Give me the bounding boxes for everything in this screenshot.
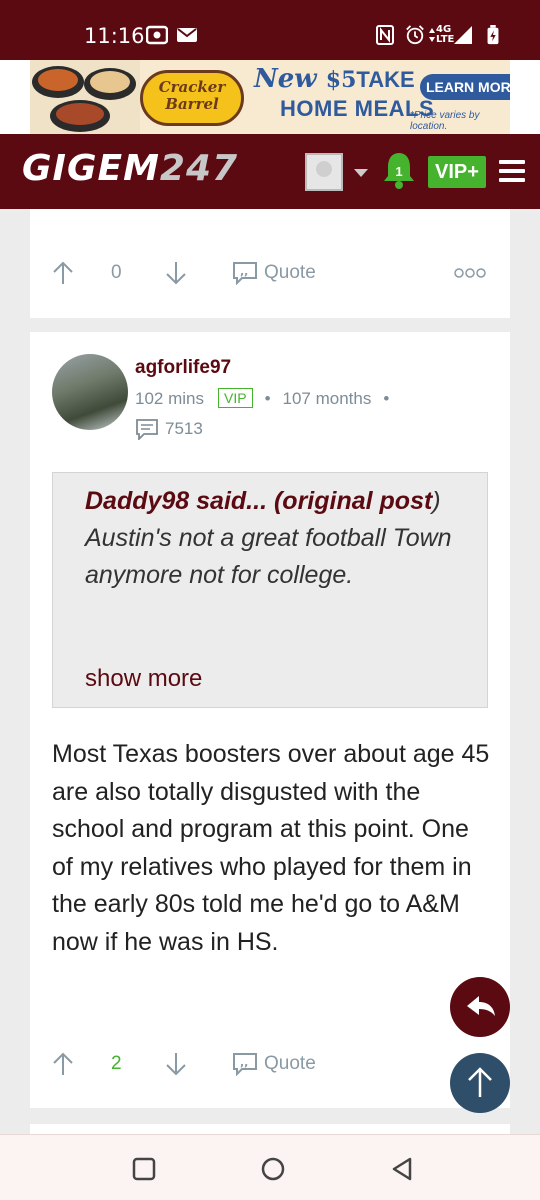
post-count: 7513 [135, 418, 203, 440]
post-card: agforlife97 102 mins VIP • 107 months • 7513… [30, 332, 510, 1108]
reply-icon [467, 996, 495, 1016]
avatar[interactable] [52, 354, 128, 430]
reply-button[interactable] [450, 977, 510, 1037]
ad-brand-logo: Cracker Barrel [140, 70, 244, 126]
downvote-button[interactable] [165, 253, 187, 293]
quote-author[interactable]: Daddy98 said... ( [85, 487, 282, 515]
ad-learn-more-button[interactable]: LEARN MORE [420, 74, 510, 100]
scroll-to-top-button[interactable] [450, 1053, 510, 1113]
post-body: Most Texas boosters over about age 45 ar… [52, 740, 490, 956]
quote-text: Daddy98 said... (original post) Austin's… [85, 487, 452, 589]
post-actions: 0 ,, Quote [30, 253, 510, 293]
quote-icon: ,, [233, 1053, 257, 1076]
ad-banner[interactable]: Cracker Barrel New $5TAKE HOME MEALS *Pr… [0, 60, 540, 134]
arrow-up-icon [53, 261, 73, 284]
notification-count: 1 [395, 164, 403, 179]
data-arrows-icon [429, 28, 435, 42]
ad-fine-print: *Price varies by location. [410, 110, 480, 132]
more-dots-icon [454, 268, 486, 278]
quoted-post: Daddy98 said... (original post) Austin's… [52, 472, 488, 708]
quote-button[interactable]: ,, Quote [232, 253, 316, 293]
downvote-button[interactable] [165, 1044, 187, 1084]
arrow-up-icon [53, 1052, 73, 1075]
system-nav-bar [0, 1134, 540, 1200]
menu-icon[interactable] [499, 160, 525, 182]
vote-count: 2 [111, 1053, 122, 1074]
mail-icon [177, 28, 197, 42]
show-more-link[interactable]: show more [85, 665, 202, 693]
quote-body: Austin's not a great football Town anymo… [85, 524, 452, 589]
svg-text:,,: ,, [240, 1056, 248, 1069]
battery-charging-icon [487, 25, 499, 45]
vip-badge: VIP [217, 388, 253, 408]
arrow-down-icon [166, 1053, 186, 1076]
post-meta: 102 mins VIP • 107 months • [135, 388, 390, 408]
signal-icon [454, 26, 472, 44]
user-avatar-button[interactable] [305, 153, 343, 191]
quote-icon: ,, [233, 262, 257, 285]
clock: 11:16 [84, 24, 145, 48]
ad-creative[interactable]: Cracker Barrel New $5TAKE HOME MEALS *Pr… [30, 60, 510, 134]
post-time: 102 mins [135, 389, 204, 408]
ad-headline: New $5TAKE [254, 64, 415, 94]
post-actions: 2 ,, Quote [30, 1044, 510, 1084]
food-image [30, 60, 140, 134]
site-logo[interactable]: GIGEM247 [22, 148, 238, 189]
recent-apps-icon[interactable] [132, 1157, 156, 1181]
arrow-up-icon [468, 1067, 492, 1097]
more-options-button[interactable] [454, 253, 486, 293]
site-header: GIGEM247 1 VIP+ [0, 134, 540, 209]
previous-post-card: 0 ,, Quote [30, 209, 510, 318]
upvote-button[interactable] [52, 1044, 74, 1084]
home-icon[interactable] [260, 1156, 286, 1182]
post-author[interactable]: agforlife97 [135, 357, 231, 379]
chevron-down-icon[interactable] [354, 169, 368, 177]
upvote-button[interactable] [52, 253, 74, 293]
svg-text:,,: ,, [240, 265, 248, 278]
arrow-down-icon [166, 262, 186, 285]
back-icon[interactable] [390, 1156, 414, 1182]
screen-record-icon [146, 25, 168, 45]
vip-button[interactable]: VIP+ [428, 156, 486, 188]
original-post-link[interactable]: original post [282, 487, 432, 515]
quote-button[interactable]: ,, Quote [232, 1044, 316, 1084]
nfc-icon [376, 25, 394, 45]
comment-icon [136, 419, 158, 440]
status-bar: 11:16 4G LTE [0, 0, 540, 60]
vote-count: 0 [111, 262, 122, 283]
alarm-icon [406, 25, 424, 45]
member-tenure: 107 months [282, 389, 372, 408]
